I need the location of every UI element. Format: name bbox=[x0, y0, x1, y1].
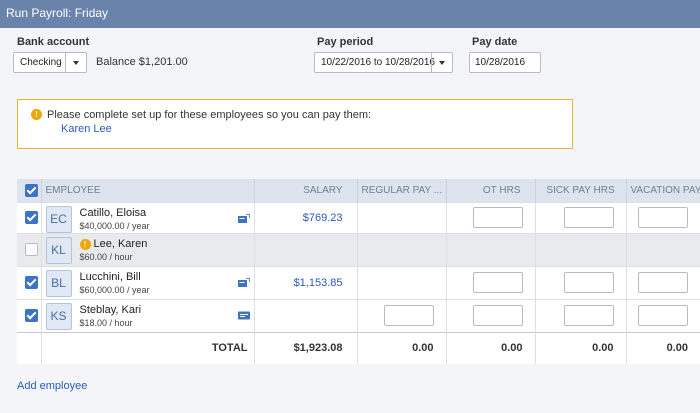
bank-account-select[interactable]: Checking bbox=[13, 52, 87, 73]
salary-cell bbox=[253, 298, 357, 332]
chevron-down-icon bbox=[431, 53, 452, 72]
employee-rate: $60.00 / hour bbox=[79, 251, 133, 262]
direct-deposit-icon[interactable] bbox=[237, 277, 250, 287]
pay-period-select[interactable]: 10/22/2016 to 10/28/2016 bbox=[314, 52, 453, 73]
avatar: KS bbox=[45, 302, 72, 330]
table-row: EC Catillo, Eloisa $40,000.00 / year $76… bbox=[17, 201, 700, 233]
total-regular-pay: 0.00 bbox=[356, 331, 446, 364]
column-header-vacation-pay[interactable]: VACATION PAY ... bbox=[625, 179, 700, 202]
row-checkbox[interactable] bbox=[25, 211, 38, 224]
avatar: EC bbox=[45, 205, 72, 233]
employee-name[interactable]: Lucchini, Bill bbox=[80, 271, 141, 283]
employee-name[interactable]: Catillo, Eloisa bbox=[80, 207, 147, 219]
total-label: TOTAL bbox=[40, 331, 254, 364]
vacation-pay-input[interactable] bbox=[638, 272, 688, 293]
row-checkbox[interactable] bbox=[25, 309, 38, 322]
table-header-row: EMPLOYEE SALARY REGULAR PAY ... OT HRS S… bbox=[17, 179, 700, 202]
employee-rate: $18.00 / hour bbox=[79, 317, 133, 328]
employee-rate: $40,000.00 / year bbox=[79, 220, 150, 231]
avatar: KL bbox=[45, 236, 72, 264]
vacation-pay-input[interactable] bbox=[638, 305, 688, 326]
salary-cell[interactable]: $769.23 bbox=[253, 201, 357, 233]
pay-period-value: 10/22/2016 to 10/28/2016 bbox=[321, 57, 435, 68]
pay-date-input[interactable]: 10/28/2016 bbox=[469, 52, 541, 73]
window-title: Run Payroll: Friday bbox=[0, 0, 700, 28]
column-header-salary[interactable]: SALARY bbox=[253, 179, 357, 202]
vacation-pay-input[interactable] bbox=[638, 207, 688, 228]
pay-date-label: Pay date bbox=[472, 36, 518, 48]
warning-icon: ! bbox=[31, 109, 42, 120]
column-header-regular-pay[interactable]: REGULAR PAY ... bbox=[356, 179, 446, 202]
ot-hrs-input[interactable] bbox=[472, 305, 523, 326]
sick-pay-hrs-input[interactable] bbox=[563, 305, 614, 326]
regular-pay-input[interactable] bbox=[383, 305, 434, 326]
setup-alert: ! Please complete set up for these emplo… bbox=[17, 99, 573, 149]
payroll-table: EMPLOYEE SALARY REGULAR PAY ... OT HRS S… bbox=[17, 179, 700, 364]
select-all-cell[interactable] bbox=[17, 179, 41, 202]
table-row: KS Steblay, Kari $18.00 / hour bbox=[17, 298, 700, 332]
total-sick-pay-hrs: 0.00 bbox=[534, 331, 626, 364]
salary-cell[interactable]: $1,153.85 bbox=[253, 265, 357, 299]
ot-hrs-input[interactable] bbox=[472, 272, 523, 293]
employee-rate: $60,000.00 / year bbox=[79, 284, 150, 295]
avatar: BL bbox=[45, 269, 72, 297]
row-checkbox[interactable] bbox=[25, 276, 38, 289]
ot-hrs-input[interactable] bbox=[472, 207, 523, 228]
alert-employee-link[interactable]: Karen Lee bbox=[61, 123, 112, 135]
sick-pay-hrs-input[interactable] bbox=[563, 207, 614, 228]
bank-balance: Balance $1,201.00 bbox=[96, 56, 188, 68]
total-row: TOTAL $1,923.08 0.00 0.00 0.00 0.00 bbox=[17, 331, 700, 364]
bank-account-label: Bank account bbox=[17, 36, 90, 48]
sick-pay-hrs-input[interactable] bbox=[563, 272, 614, 293]
warning-icon: ! bbox=[79, 238, 91, 250]
column-header-employee[interactable]: EMPLOYEE bbox=[40, 179, 254, 202]
employee-name[interactable]: Lee, Karen bbox=[94, 238, 148, 250]
table-row: KL ! Lee, Karen $60.00 / hour bbox=[17, 232, 700, 266]
bank-account-value: Checking bbox=[20, 57, 62, 68]
direct-deposit-icon[interactable] bbox=[237, 213, 250, 223]
add-employee-link[interactable]: Add employee bbox=[17, 380, 87, 392]
total-vacation-pay: 0.00 bbox=[625, 331, 700, 364]
employee-name[interactable]: Steblay, Kari bbox=[80, 304, 142, 316]
column-header-sick-pay-hrs[interactable]: SICK PAY HRS bbox=[534, 179, 626, 202]
column-header-ot-hrs[interactable]: OT HRS bbox=[445, 179, 535, 202]
chevron-down-icon bbox=[65, 53, 86, 72]
alert-message: Please complete set up for these employe… bbox=[47, 109, 372, 121]
pay-period-label: Pay period bbox=[317, 36, 374, 48]
table-row: BL Lucchini, Bill $60,000.00 / year $1,1… bbox=[17, 265, 700, 299]
salary-cell bbox=[253, 232, 357, 266]
row-checkbox[interactable] bbox=[25, 243, 38, 256]
total-salary: $1,923.08 bbox=[253, 331, 357, 364]
select-all-checkbox[interactable] bbox=[25, 183, 38, 197]
paper-check-icon[interactable] bbox=[237, 311, 250, 320]
total-ot-hrs: 0.00 bbox=[445, 331, 535, 364]
